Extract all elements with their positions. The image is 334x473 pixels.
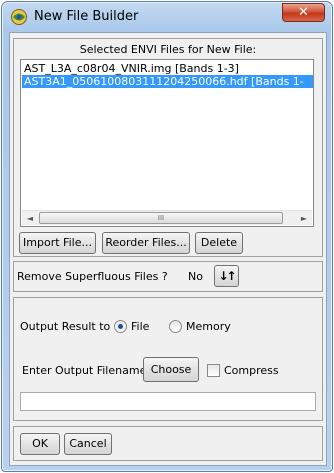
compress-checkbox[interactable] bbox=[207, 364, 220, 377]
selected-files-group: Selected ENVI Files for New File: AST_L3… bbox=[13, 38, 323, 257]
close-button[interactable]: ✕ bbox=[282, 3, 325, 22]
envi-app-icon bbox=[11, 9, 27, 25]
horizontal-scrollbar[interactable]: ◄ III ► bbox=[22, 210, 312, 225]
selected-files-label: Selected ENVI Files for New File: bbox=[79, 43, 257, 56]
selected-files-list[interactable]: AST_L3A_c08r04_VNIR.img [Bands 1-3] AST3… bbox=[20, 59, 314, 227]
reorder-files-button[interactable]: Reorder Files... bbox=[102, 232, 190, 254]
delete-button[interactable]: Delete bbox=[195, 232, 243, 254]
scroll-right-icon[interactable]: ► bbox=[296, 211, 312, 226]
remove-superfluous-group: Remove Superfluous Files ? No ↓↑ bbox=[13, 261, 323, 292]
output-memory-label[interactable]: Memory bbox=[186, 320, 231, 333]
output-filename-label: Enter Output Filename bbox=[22, 364, 147, 377]
scrollbar-thumb[interactable]: III bbox=[39, 212, 283, 224]
ok-button[interactable]: OK bbox=[20, 433, 60, 455]
footer-group: OK Cancel bbox=[13, 426, 323, 461]
choose-button[interactable]: Choose bbox=[143, 357, 199, 382]
output-file-label[interactable]: File bbox=[131, 320, 149, 333]
import-file-button[interactable]: Import File... bbox=[19, 232, 96, 254]
window-title: New File Builder bbox=[34, 9, 139, 24]
scroll-left-icon[interactable]: ◄ bbox=[22, 211, 38, 226]
compress-label[interactable]: Compress bbox=[224, 364, 279, 377]
list-item-selected[interactable]: AST3A1_0506100803111204250066.hdf [Bands… bbox=[22, 75, 313, 88]
output-memory-radio[interactable] bbox=[169, 320, 182, 333]
cancel-button[interactable]: Cancel bbox=[64, 433, 112, 455]
remove-superfluous-label: Remove Superfluous Files ? bbox=[17, 270, 168, 283]
output-options-group: Output Result to File Memory Enter Outpu… bbox=[13, 297, 323, 421]
new-file-builder-window: New File Builder ✕ Selected ENVI Files f… bbox=[1, 1, 333, 472]
output-file-radio[interactable] bbox=[114, 320, 127, 333]
dialog-body: Selected ENVI Files for New File: AST_L3… bbox=[9, 32, 327, 466]
output-filename-input[interactable] bbox=[20, 392, 316, 411]
toggle-arrows-icon[interactable]: ↓↑ bbox=[214, 265, 239, 287]
output-result-label: Output Result to bbox=[20, 320, 111, 333]
title-bar[interactable]: New File Builder ✕ bbox=[2, 2, 332, 32]
list-item[interactable]: AST_L3A_c08r04_VNIR.img [Bands 1-3] bbox=[22, 62, 239, 75]
remove-superfluous-value: No bbox=[188, 270, 203, 283]
